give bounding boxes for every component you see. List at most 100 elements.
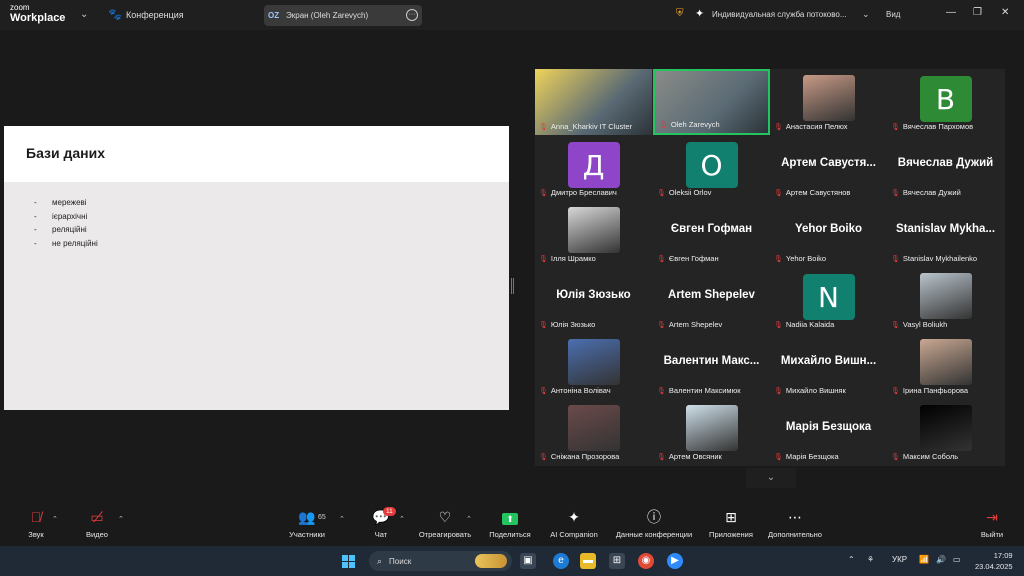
task-view-icon[interactable]: ▣ xyxy=(520,553,536,569)
search-icon: ⌕ xyxy=(377,555,383,566)
participant-name-label: 🎙 Максим Соболь xyxy=(891,452,958,461)
shield-icon[interactable]: ⛨ xyxy=(676,8,684,19)
video-button[interactable]: ▭̸ Видео xyxy=(82,508,112,539)
participant-name: Artem Shepelev xyxy=(668,320,723,329)
participant-tile[interactable]: Валентин Макс... 🎙 Валентин Максимюк xyxy=(653,333,770,399)
logo-line1: zoom xyxy=(10,3,30,12)
edge-icon[interactable]: e xyxy=(553,553,569,569)
chevron-up-icon[interactable]: ⌃ xyxy=(52,515,58,523)
chevron-up-icon[interactable]: ⌃ xyxy=(848,555,855,564)
meeting-info-button[interactable]: ⓘ Данные конференции xyxy=(611,508,697,539)
split-handle[interactable] xyxy=(511,278,514,294)
share-screen-pill[interactable]: OZ Экран (Oleh Zarevych) ··· xyxy=(264,5,422,26)
close-icon[interactable]: ✕ xyxy=(1001,7,1009,18)
chevron-up-icon[interactable]: ⌃ xyxy=(118,515,124,523)
participant-tile[interactable]: Марія Безщока 🎙 Марія Безщока xyxy=(770,399,887,465)
participant-name: Ілля Шрамко xyxy=(550,254,596,263)
chevron-down-icon[interactable]: ⌄ xyxy=(746,468,796,488)
more-button[interactable]: ⋯ Дополнительно xyxy=(764,508,826,539)
mic-muted-icon: 🎙 xyxy=(539,189,548,197)
participant-name: Артем Савустянов xyxy=(785,188,851,197)
participant-name-label: 🎙 Юлія Зюзько xyxy=(539,320,595,329)
participant-name-label: 🎙 Yehor Boiko xyxy=(774,254,826,263)
participant-tile[interactable]: Д 🎙 Дмитро Бреславич xyxy=(535,135,652,201)
share-button[interactable]: ⬆ Поделиться xyxy=(486,508,534,539)
participant-name-label: 🎙 Дмитро Бреславич xyxy=(539,188,617,197)
participant-name-label: 🎙 Oleksii Orlov xyxy=(657,188,711,197)
participant-display-name: Yehor Boiko xyxy=(794,223,863,235)
share-initials: OZ xyxy=(268,11,280,20)
participants-button[interactable]: 👥 Участники xyxy=(284,508,330,539)
exit-icon: ⇥ xyxy=(986,509,998,525)
participant-tile[interactable]: 🎙 Анастасия Пелюх xyxy=(770,69,887,135)
mic-muted-icon: 🎙 xyxy=(891,321,900,329)
participant-tile[interactable]: 🎙 Антоніна Волівач xyxy=(535,333,652,399)
meeting-label[interactable]: Конференция xyxy=(126,10,184,20)
minimize-icon[interactable]: — xyxy=(946,7,956,18)
taskbar-search[interactable]: ⌕ Поиск xyxy=(369,551,512,571)
chrome-icon[interactable]: ◉ xyxy=(638,553,654,569)
participant-name-label: 🎙 Євген Гофман xyxy=(657,254,719,263)
battery-icon[interactable]: ▭ xyxy=(953,555,961,564)
zoom-app-icon[interactable]: ▶ xyxy=(667,553,683,569)
participant-name: Вячеслав Пархомов xyxy=(902,122,974,131)
participant-tile[interactable]: Artem Shepelev 🎙 Artem Shepelev xyxy=(653,267,770,333)
sparkle-icon[interactable]: ✦ xyxy=(695,7,704,20)
chat-badge: 11 xyxy=(383,507,396,516)
participant-name-label: 🎙 Анастасия Пелюх xyxy=(774,122,848,131)
participant-tile[interactable]: 🎙 Ірина Панфьорова xyxy=(887,333,1004,399)
more-icon[interactable]: ··· xyxy=(406,9,418,21)
shared-slide: Бази даних - мережеві - ієрархічні - реляці… xyxy=(4,126,509,410)
participant-tile[interactable]: N 🎙 Nadiia Kalaida xyxy=(770,267,887,333)
avatar xyxy=(567,207,620,253)
participant-name-label: 🎙 Anna_Kharkiv IT Cluster xyxy=(539,122,632,131)
more-icon: ⋯ xyxy=(788,509,802,525)
restore-icon[interactable]: ❐ xyxy=(973,7,982,18)
participant-tile[interactable]: Вячеслав Дужий 🎙 Вячеслав Дужий xyxy=(887,135,1004,201)
slide-bullets: - мережеві - ієрархічні - реляційні - не рел… xyxy=(34,196,98,250)
participant-tile[interactable]: 🎙 Anna_Kharkiv IT Cluster xyxy=(535,69,652,135)
audio-button[interactable]: 🎙̸ Звук xyxy=(22,508,50,539)
participant-name-label: 🎙 Nadiia Kalaida xyxy=(774,320,834,329)
participant-tile[interactable]: Євген Гофман 🎙 Євген Гофман xyxy=(653,201,770,267)
bullet-text: ієрархічні xyxy=(52,211,88,221)
language-indicator[interactable]: УКР xyxy=(892,555,907,564)
stream-label[interactable]: Индивидуальная служба потоково... xyxy=(712,10,847,19)
info-label: Данные конференции xyxy=(615,530,693,539)
chevron-up-icon[interactable]: ⌃ xyxy=(399,515,405,523)
network-status-icon[interactable]: ⚘ xyxy=(867,555,874,564)
file-explorer-icon[interactable]: ▬ xyxy=(580,553,596,569)
chevron-down-icon[interactable]: ⌄ xyxy=(80,9,88,20)
participant-tile[interactable]: 🎙 Ілля Шрамко xyxy=(535,201,652,267)
participant-tile[interactable]: 🎙 Vasyl Boliukh xyxy=(887,267,1004,333)
windows-start-icon[interactable] xyxy=(342,555,356,569)
wifi-icon[interactable]: 📶 xyxy=(919,555,929,564)
view-menu[interactable]: Вид xyxy=(886,10,900,19)
participant-tile[interactable]: Yehor Boiko 🎙 Yehor Boiko xyxy=(770,201,887,267)
mic-muted-icon: 🎙 xyxy=(657,255,666,263)
ai-companion-button[interactable]: ✦ AI Companion xyxy=(547,508,601,539)
speaker-icon[interactable]: 🔊 xyxy=(936,555,946,564)
participant-display-name: Юлія Зюзько xyxy=(556,289,631,301)
participant-tile[interactable]: 🎙 Oleh Zarevych xyxy=(653,69,770,135)
apps-button[interactable]: ⊞ Приложения xyxy=(706,508,756,539)
participant-tile[interactable]: Артем Савустя... 🎙 Артем Савустянов xyxy=(770,135,887,201)
chevron-down-icon[interactable]: ⌄ xyxy=(862,9,870,20)
chevron-up-icon[interactable]: ⌃ xyxy=(466,515,472,523)
participant-tile[interactable]: Юлія Зюзько 🎙 Юлія Зюзько xyxy=(535,267,652,333)
mic-muted-icon: 🎙 xyxy=(539,123,548,131)
participant-tile[interactable]: Stanislav Mykha... 🎙 Stanislav Mykhailenko xyxy=(887,201,1004,267)
participant-tile[interactable]: O 🎙 Oleksii Orlov xyxy=(653,135,770,201)
participant-tile[interactable]: Михайло Вишн... 🎙 Михайло Вишняк xyxy=(770,333,887,399)
react-button[interactable]: ♡ Отреагировать xyxy=(414,508,476,539)
store-icon[interactable]: ⊞ xyxy=(609,553,625,569)
participant-tile[interactable]: 🎙 Сніжана Прозорова xyxy=(535,399,652,465)
participant-tile[interactable]: 🎙 Максим Соболь xyxy=(887,399,1004,465)
participant-tile[interactable]: В 🎙 Вячеслав Пархомов xyxy=(887,69,1004,135)
avatar xyxy=(919,273,972,319)
leave-button[interactable]: ⇥ Выйти xyxy=(978,508,1006,539)
participant-tile[interactable]: 🎙 Артем Овсяник xyxy=(653,399,770,465)
taskbar-clock[interactable]: 17:09 23.04.2025 xyxy=(975,550,1013,572)
mic-muted-icon: 🎙 xyxy=(891,387,900,395)
chevron-up-icon[interactable]: ⌃ xyxy=(339,515,345,523)
